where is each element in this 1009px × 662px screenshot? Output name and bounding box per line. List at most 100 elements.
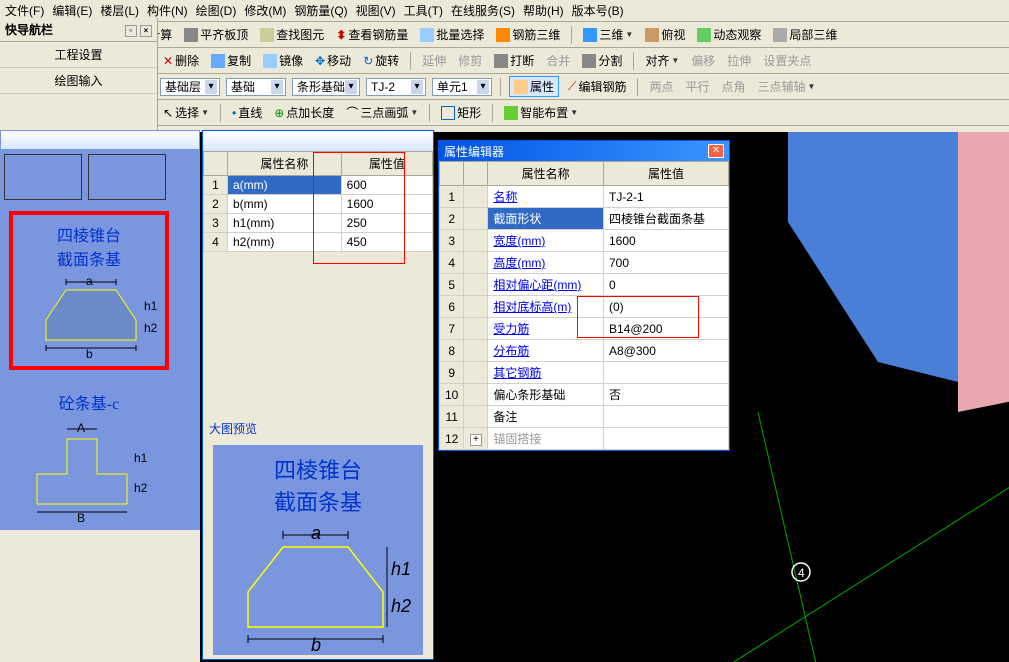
loc3d-button[interactable]: 局部三维: [770, 25, 840, 44]
shape-thumb-small-1[interactable]: [4, 154, 82, 200]
prop-name-cell[interactable]: 偏心条形基础: [488, 384, 604, 406]
svg-text:h1: h1: [391, 559, 411, 579]
clip-button[interactable]: 设置夹点: [760, 51, 814, 70]
unit-combo[interactable]: 单元1: [432, 78, 492, 96]
smart-button[interactable]: 智能布置▼: [501, 103, 581, 122]
menu-rebar[interactable]: 钢筋量(Q): [294, 2, 347, 19]
svg-text:b: b: [311, 635, 321, 655]
menu-component[interactable]: 构件(N): [147, 2, 188, 19]
stretch-button[interactable]: 拉伸: [724, 51, 754, 70]
arc-button[interactable]: ⌒三点画弧▼: [343, 103, 421, 122]
aux-button[interactable]: 三点辅轴▼: [755, 77, 819, 96]
prop-value-cell[interactable]: (0): [603, 296, 728, 318]
close-icon[interactable]: ✕: [708, 144, 724, 158]
menu-draw[interactable]: 绘图(D): [196, 2, 237, 19]
delete-button[interactable]: ✕删除: [160, 51, 202, 70]
prop-value-cell[interactable]: 四棱锥台截面条基: [603, 208, 728, 230]
line-button[interactable]: •直线: [229, 103, 265, 122]
menu-edit[interactable]: 编辑(E): [52, 2, 92, 19]
batch-button[interactable]: 批量选择: [417, 25, 487, 44]
viewbar-button[interactable]: ⬍查看钢筋量: [333, 25, 411, 44]
extend-button[interactable]: 延伸: [419, 51, 449, 70]
prop-value-cell[interactable]: [603, 406, 728, 428]
prop-name-cell[interactable]: 名称: [488, 186, 604, 208]
prop-name-cell[interactable]: 高度(mm): [488, 252, 604, 274]
cell-h1-name[interactable]: h1(mm): [228, 214, 342, 233]
small-prop-titlebar[interactable]: [203, 131, 433, 151]
prop-name-cell[interactable]: 备注: [488, 406, 604, 428]
property-editor-titlebar[interactable]: 属性编辑器 ✕: [439, 141, 729, 161]
shape-thumb-concrete-strip[interactable]: 砼条基-c A h1 h2 B: [9, 383, 169, 530]
prop-name-cell[interactable]: 锚固搭接: [488, 428, 604, 450]
cell-h1-val[interactable]: 250: [341, 214, 432, 233]
shape-thumb-small-2[interactable]: [88, 154, 166, 200]
shape-window-titlebar[interactable]: [0, 130, 200, 150]
menu-view[interactable]: 视图(V): [356, 2, 396, 19]
prop-value-cell[interactable]: B14@200: [603, 318, 728, 340]
rect-button[interactable]: 矩形: [438, 103, 484, 122]
prop-name-cell[interactable]: 其它钢筋: [488, 362, 604, 384]
item-combo[interactable]: TJ-2: [366, 78, 426, 96]
offset-button[interactable]: 偏移: [688, 51, 718, 70]
nav-close-icon[interactable]: ×: [140, 25, 152, 37]
tri-button[interactable]: 钢筋三维: [493, 25, 563, 44]
menu-help[interactable]: 帮助(H): [523, 2, 564, 19]
menu-tools[interactable]: 工具(T): [404, 2, 443, 19]
mirror-button[interactable]: 镜像: [260, 51, 306, 70]
layer-combo[interactable]: 基础层: [160, 78, 220, 96]
cell-b-val[interactable]: 1600: [341, 195, 432, 214]
category-combo[interactable]: 基础: [226, 78, 286, 96]
expand-icon[interactable]: +: [470, 434, 482, 446]
parallel-button[interactable]: 平行: [682, 77, 712, 96]
prop-value-cell[interactable]: [603, 428, 728, 450]
find-button[interactable]: 查找图元: [257, 25, 327, 44]
prop-name-cell[interactable]: 相对偏心距(mm): [488, 274, 604, 296]
prop-name-cell[interactable]: 截面形状: [488, 208, 604, 230]
bird-button[interactable]: 俯视: [642, 25, 688, 44]
prop-value-cell[interactable]: 1600: [603, 230, 728, 252]
nav-pin-icon[interactable]: ▫: [125, 25, 137, 37]
prop-name-cell[interactable]: 宽度(mm): [488, 230, 604, 252]
copy-button[interactable]: 复制: [208, 51, 254, 70]
rotate-button[interactable]: ↻旋转: [360, 51, 402, 70]
prop-value-cell[interactable]: 否: [603, 384, 728, 406]
select-button[interactable]: ↖选择▼: [160, 103, 212, 122]
prop-value-cell[interactable]: TJ-2-1: [603, 186, 728, 208]
prop-value-cell[interactable]: 0: [603, 274, 728, 296]
align-button[interactable]: 对齐▼: [642, 51, 682, 70]
addlen-button[interactable]: ⊕点加长度: [271, 103, 337, 122]
cell-a-name[interactable]: a(mm): [228, 176, 342, 195]
shape-thumb-trapezoid[interactable]: 四棱锥台截面条基 a h1 h2 b: [9, 211, 169, 370]
big-col-value: 属性值: [603, 162, 728, 186]
prop-name-cell[interactable]: 受力筋: [488, 318, 604, 340]
menu-modify[interactable]: 修改(M): [244, 2, 286, 19]
prop-button[interactable]: 属性: [509, 76, 559, 97]
cell-h2-val[interactable]: 450: [341, 233, 432, 252]
menu-floor[interactable]: 楼层(L): [100, 2, 139, 19]
nav-draw-input[interactable]: 绘图输入: [0, 68, 157, 94]
move-button[interactable]: ✥移动: [312, 51, 354, 70]
two-button[interactable]: 两点: [646, 77, 676, 96]
menu-online[interactable]: 在线服务(S): [451, 2, 515, 19]
prop-value-cell[interactable]: A8@300: [603, 340, 728, 362]
dyn-button[interactable]: 动态观察: [694, 25, 764, 44]
prop-value-cell[interactable]: [603, 362, 728, 384]
flat-button[interactable]: 平齐板顶: [181, 25, 251, 44]
td-button[interactable]: 三维▼: [580, 25, 636, 44]
editbar-button[interactable]: ⟋编辑钢筋: [565, 77, 629, 96]
break-button[interactable]: 打断: [491, 51, 537, 70]
angle-button[interactable]: 点角: [718, 77, 748, 96]
menu-version[interactable]: 版本号(B): [572, 2, 624, 19]
menu-file[interactable]: 文件(F): [5, 2, 44, 19]
merge-button[interactable]: 合并: [543, 51, 573, 70]
cell-a-val[interactable]: 600: [341, 176, 432, 195]
split-button[interactable]: 分割: [579, 51, 625, 70]
prop-name-cell[interactable]: 相对底标高(m): [488, 296, 604, 318]
trim-button[interactable]: 修剪: [455, 51, 485, 70]
type-combo[interactable]: 条形基础: [292, 78, 360, 96]
cell-h2-name[interactable]: h2(mm): [228, 233, 342, 252]
cell-b-name[interactable]: b(mm): [228, 195, 342, 214]
nav-engineering[interactable]: 工程设置: [0, 42, 157, 68]
prop-name-cell[interactable]: 分布筋: [488, 340, 604, 362]
prop-value-cell[interactable]: 700: [603, 252, 728, 274]
